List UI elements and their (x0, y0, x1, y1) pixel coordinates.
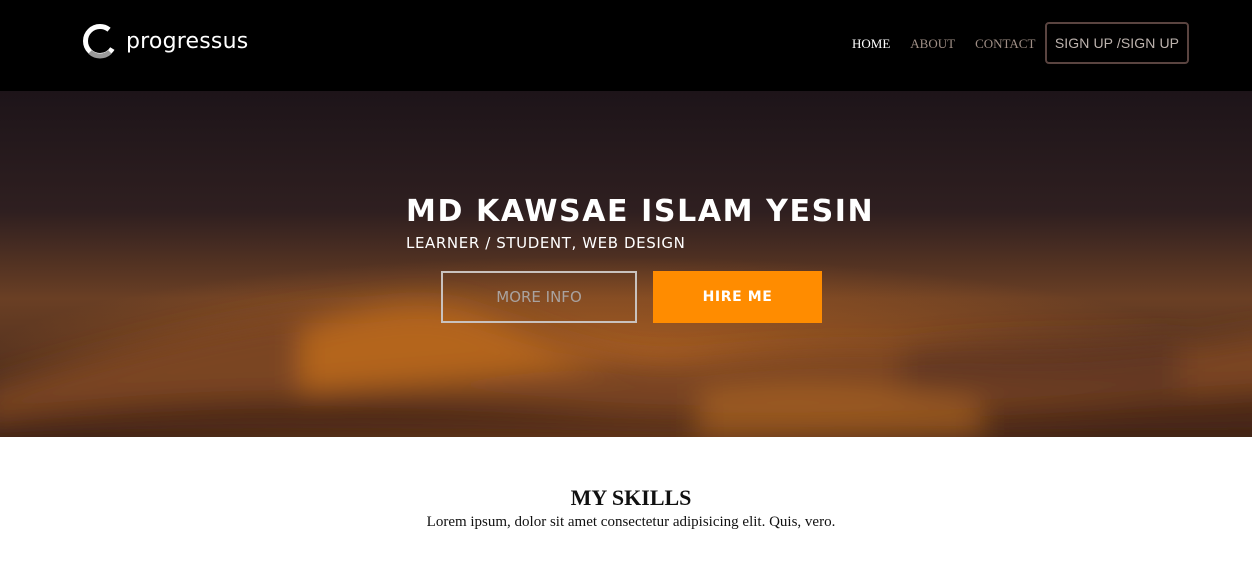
nav-about-link[interactable]: ABOUT (910, 36, 955, 52)
hero-title: MD KAWSAE ISLAM YESIN (406, 194, 875, 229)
nav-home-link[interactable]: HOME (852, 36, 890, 52)
skills-section: MY SKILLS Lorem ipsum, dolor sit amet co… (0, 437, 1252, 563)
ring-logo-icon (83, 24, 117, 59)
skills-description: Lorem ipsum, dolor sit amet consectetur … (426, 514, 836, 530)
hero-subtitle: LEARNER / STUDENT, WEB DESIGN (406, 234, 686, 252)
hero-section: MD KAWSAE ISLAM YESIN LEARNER / STUDENT,… (0, 91, 1252, 437)
main-nav: HOME ABOUT CONTACT (852, 36, 1035, 52)
more-info-button[interactable]: MORE INFO (441, 271, 637, 323)
signup-button[interactable]: SIGN UP /SIGN UP (1045, 22, 1189, 64)
skills-title: MY SKILLS (570, 485, 692, 510)
nav-contact-link[interactable]: CONTACT (975, 36, 1035, 52)
brand-home-link[interactable]: progressus (80, 20, 248, 62)
brand-name: progressus (126, 28, 249, 54)
hire-me-button[interactable]: HIRE ME (653, 271, 822, 323)
desert-background-image (0, 91, 1252, 437)
top-navbar: progressus HOME ABOUT CONTACT SIGN UP /S… (0, 0, 1252, 91)
